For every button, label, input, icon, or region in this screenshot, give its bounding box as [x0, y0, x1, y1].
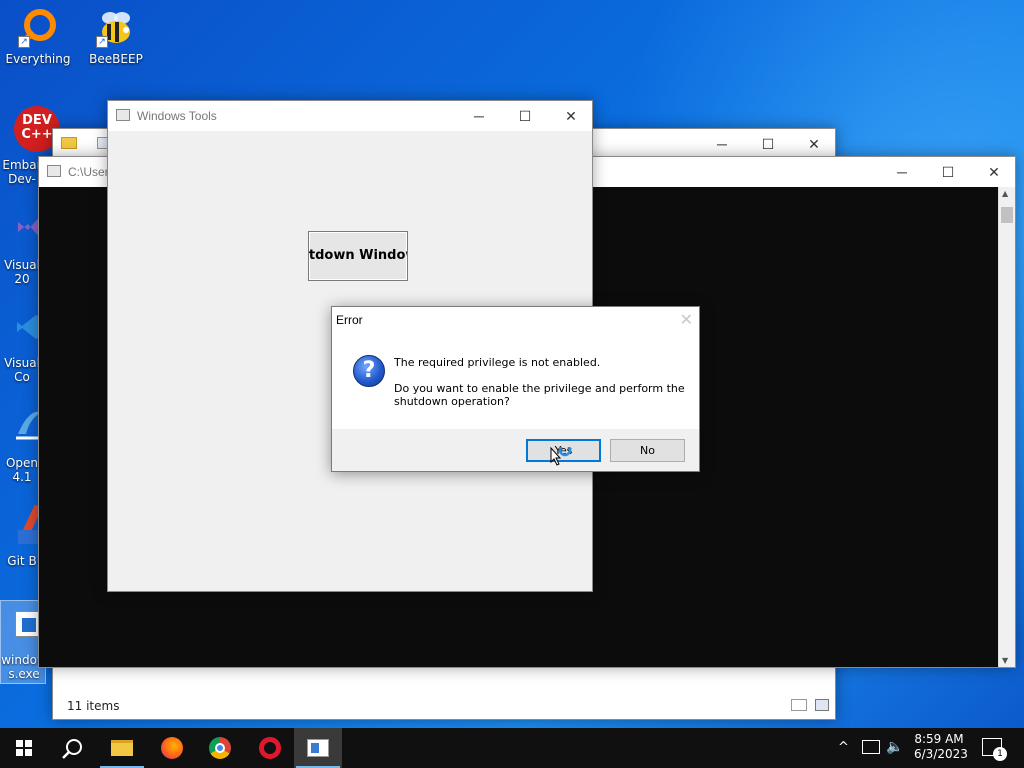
magnifier-icon: ↗ [18, 8, 58, 48]
search-icon [62, 739, 82, 759]
network-icon[interactable] [862, 740, 880, 754]
message-line: Do you want to enable the privilege and … [394, 382, 685, 395]
tools-title: Windows Tools [137, 109, 217, 123]
notification-center-icon[interactable]: 1 [982, 738, 1007, 761]
scroll-down-icon[interactable]: ▼ [1002, 656, 1008, 665]
mouse-cursor-icon [550, 443, 572, 470]
message-line: The required privilege is not enabled. [394, 356, 601, 369]
maximize-button[interactable]: ☐ [502, 101, 548, 131]
folder-icon [111, 740, 133, 756]
minimize-button[interactable]: ─ [456, 101, 502, 131]
folder-icon [61, 137, 77, 149]
question-icon: ? [353, 355, 385, 387]
shutdown-windows-button[interactable]: Shutdown Windows [308, 231, 408, 281]
large-icons-view-icon[interactable] [815, 699, 829, 711]
dialog-titlebar[interactable]: Error ✕ [332, 307, 699, 333]
error-dialog[interactable]: Error ✕ ? The required privilege is not … [331, 306, 700, 472]
details-view-icon[interactable] [791, 699, 807, 711]
notification-badge: 1 [993, 747, 1007, 761]
desktop-icon-label: BeeBEEP [89, 52, 143, 66]
bee-icon: ↗ [96, 8, 136, 48]
desktop-icon-label: Everything [5, 52, 71, 66]
console-icon [47, 165, 61, 177]
no-button[interactable]: No [610, 439, 685, 462]
dialog-button-bar: Yes No [332, 429, 699, 471]
tools-titlebar[interactable]: Windows Tools ─ ☐ ✕ [108, 101, 592, 131]
volume-muted-icon[interactable]: 🔈 [886, 739, 903, 768]
maximize-button[interactable]: ☐ [925, 157, 971, 187]
console-scrollbar[interactable]: ▲ ▼ [998, 187, 1015, 667]
close-button[interactable]: ✕ [791, 129, 837, 159]
scroll-up-icon[interactable]: ▲ [1002, 189, 1008, 198]
search-button[interactable] [48, 728, 96, 768]
taskbar: ^ 🔈 8:59 AM 6/3/2023 1 [0, 728, 1024, 768]
message-line: shutdown operation? [394, 395, 510, 408]
firefox-icon [161, 737, 183, 759]
taskbar-chrome[interactable] [196, 728, 244, 768]
item-count: 11 items [67, 699, 120, 713]
date: 6/3/2023 [914, 747, 968, 761]
close-button[interactable]: ✕ [548, 101, 594, 131]
start-button[interactable] [0, 728, 48, 768]
dialog-title: Error [336, 313, 363, 327]
taskbar-windows-tools[interactable] [294, 728, 342, 768]
scroll-thumb[interactable] [1001, 207, 1013, 223]
minimize-button[interactable]: ─ [699, 129, 745, 159]
close-icon[interactable]: ✕ [680, 310, 693, 330]
minimize-button[interactable]: ─ [879, 157, 925, 187]
taskbar-file-explorer[interactable] [98, 728, 146, 768]
app-icon [307, 739, 329, 757]
clock[interactable]: 8:59 AM 6/3/2023 [914, 732, 968, 768]
explorer-statusbar: 11 items [53, 693, 835, 719]
time: 8:59 AM [914, 732, 964, 746]
close-button[interactable]: ✕ [971, 157, 1017, 187]
shortcut-arrow-icon: ↗ [96, 36, 108, 48]
show-hidden-icons[interactable]: ^ [838, 740, 849, 768]
taskbar-firefox[interactable] [148, 728, 196, 768]
chrome-icon [209, 737, 231, 759]
app-icon [116, 109, 130, 121]
desktop-icon-everything[interactable]: ↗ Everything [0, 8, 76, 66]
maximize-button[interactable]: ☐ [745, 129, 791, 159]
desktop-icon-beebeep[interactable]: ↗ BeeBEEP [78, 8, 154, 66]
opera-icon [259, 737, 281, 759]
shortcut-arrow-icon: ↗ [18, 36, 30, 48]
taskbar-opera[interactable] [246, 728, 294, 768]
